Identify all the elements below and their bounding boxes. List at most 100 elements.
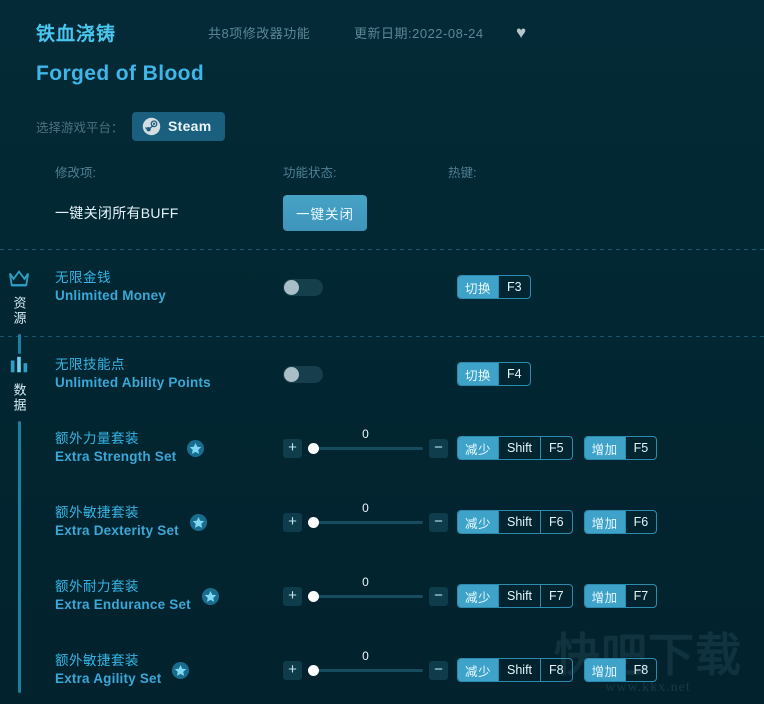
- master-row-label: 一键关闭所有BUFF: [55, 205, 179, 221]
- hotkey-action-label: 减少: [458, 437, 499, 459]
- section-rail: 数据: [0, 337, 38, 704]
- feature-row: 额外敏捷套装 Extra Dexterity Set +0− 减少 Shift F6 增加 F…: [38, 485, 764, 559]
- hotkey-group[interactable]: 增加 F6: [583, 510, 658, 534]
- slider-track-area[interactable]: 0: [308, 427, 423, 460]
- steam-icon: [142, 117, 161, 135]
- star-badge-icon: [172, 661, 190, 679]
- feature-name-en: Extra Endurance Set: [55, 597, 191, 612]
- feature-row: 额外敏捷套装 Extra Agility Set +0 − 减少 Shift F8 增加 F8: [38, 633, 764, 704]
- feature-names: 额外耐力套装 Extra Endurance Set: [55, 578, 283, 614]
- update-date: 更新日期:2022-08-24: [354, 25, 484, 41]
- heart-icon[interactable]: ♥: [516, 24, 526, 41]
- master-row: 一键关闭所有BUFF 一键关闭: [0, 187, 764, 239]
- platform-row: 选择游戏平台： Steam: [36, 111, 764, 141]
- column-headers: 修改项: 功能状态: 热键:: [0, 162, 764, 181]
- master-button-wrap: 一键关闭: [283, 195, 448, 231]
- slider-track-area[interactable]: 0: [308, 501, 423, 534]
- hotkey-action-label: 切换: [458, 363, 499, 385]
- feature-name-cn: 额外敏捷套装: [55, 653, 139, 668]
- hotkey-cell: 减少 Shift F7 增加 F7: [448, 584, 658, 608]
- decrement-button[interactable]: −: [429, 512, 448, 532]
- toggle-knob: [284, 279, 299, 295]
- feature-row: 无限技能点 Unlimited Ability Points 切换 F4: [38, 337, 764, 411]
- platform-steam-button[interactable]: Steam: [132, 111, 225, 141]
- feature-row: 无限金钱 Unlimited Money 切换 F3: [38, 250, 764, 324]
- hotkey-group[interactable]: 切换 F3: [457, 275, 531, 299]
- slider-thumb[interactable]: [308, 665, 319, 676]
- section-rows: 无限技能点 Unlimited Ability Points 切换 F4 额外力量套装 E…: [38, 337, 764, 704]
- slider-value: 0: [362, 649, 369, 663]
- close-all-buffs-button[interactable]: 一键关闭: [283, 195, 367, 231]
- slider-cell: +0 −: [283, 427, 448, 460]
- hotkey-cap: Shift: [498, 585, 540, 607]
- hotkey-cap: F8: [624, 659, 657, 681]
- hotkey-action-label: 切换: [458, 276, 499, 298]
- trainer-window: 快吧下载 www.kkx.net 铁血浇铸 共8项修改器功能 更新日期:2022…: [0, 0, 764, 704]
- feature-names: 无限技能点 Unlimited Ability Points: [55, 356, 283, 392]
- hotkey-group[interactable]: 减少 Shift F7: [457, 584, 573, 608]
- decrement-button[interactable]: −: [429, 660, 448, 680]
- slider-track: [308, 595, 423, 598]
- section-data: 数据 无限技能点 Unlimited Ability Points 切换 F4 额外力量套…: [0, 337, 764, 704]
- feature-name-block: 额外敏捷套装 Extra Agility Set: [55, 652, 161, 688]
- hotkey-group[interactable]: 减少 Shift F6: [457, 510, 573, 534]
- slider-track-area[interactable]: 0: [308, 575, 423, 608]
- hotkey-group[interactable]: 切换 F4: [457, 362, 531, 386]
- feature-name-en: Unlimited Ability Points: [55, 375, 211, 390]
- slider-thumb[interactable]: [308, 517, 319, 528]
- feature-row: 额外耐力套装 Extra Endurance Set +0− 减少 Shift F7 增加 F…: [38, 559, 764, 633]
- star-badge-icon: [201, 587, 219, 605]
- hotkey-group[interactable]: 增加 F5: [583, 436, 658, 460]
- feature-toggle[interactable]: [283, 278, 323, 296]
- hotkey-group[interactable]: 减少 Shift F5: [457, 436, 573, 460]
- hotkey-cap: F3: [498, 276, 530, 298]
- slider-track: [308, 447, 423, 450]
- feature-names: 无限金钱 Unlimited Money: [55, 269, 283, 305]
- hotkey-cap: F7: [540, 585, 572, 607]
- hotkey-cap: F8: [540, 659, 572, 681]
- hotkey-cap: F5: [624, 437, 657, 459]
- hotkey-action-label: 减少: [458, 511, 499, 533]
- crown-icon: [9, 270, 29, 287]
- feature-row: 额外力量套装 Extra Strength Set +0− 减少 Shift F5 增加 F5: [38, 411, 764, 485]
- hotkey-action-label: 增加: [584, 437, 625, 459]
- section-resources: 资源 无限金钱 Unlimited Money 切换 F3: [0, 250, 764, 354]
- hotkey-group[interactable]: 减少 Shift F8: [457, 658, 573, 682]
- hotkey-cap: F6: [624, 511, 657, 533]
- increment-button[interactable]: +: [283, 586, 302, 606]
- hotkey-action-label: 减少: [458, 585, 499, 607]
- feature-toggle[interactable]: [283, 365, 323, 383]
- increment-button[interactable]: +: [283, 660, 302, 680]
- feature-name-cn: 无限技能点: [55, 357, 125, 372]
- feature-name-block: 无限技能点 Unlimited Ability Points: [55, 356, 211, 392]
- feature-name-en: Unlimited Money: [55, 288, 167, 303]
- hotkey-cap: F4: [498, 363, 530, 385]
- column-header-hotkey: 热键:: [448, 166, 477, 180]
- increment-button[interactable]: +: [283, 438, 302, 458]
- hotkey-cell: 切换 F3: [448, 275, 531, 299]
- section-rows: 无限金钱 Unlimited Money 切换 F3: [38, 250, 764, 326]
- hotkey-cell: 减少 Shift F8 增加 F8: [448, 658, 658, 682]
- platform-steam-label: Steam: [168, 118, 212, 134]
- slider-thumb[interactable]: [308, 591, 319, 602]
- feature-names: 额外敏捷套装 Extra Dexterity Set: [55, 504, 283, 540]
- star-badge-icon: [189, 513, 207, 531]
- hotkey-cell: 减少 Shift F5 增加 F5: [448, 436, 658, 460]
- hotkey-cell: 减少 Shift F6 增加 F6: [448, 510, 658, 534]
- section-label: 数据: [11, 383, 27, 413]
- slider-cell: +0 −: [283, 575, 448, 608]
- increment-button[interactable]: +: [283, 512, 302, 532]
- feature-name-cn: 无限金钱: [55, 270, 111, 285]
- feature-names: 额外力量套装 Extra Strength Set: [55, 430, 283, 466]
- decrement-button[interactable]: −: [429, 438, 448, 458]
- hotkey-action-label: 增加: [584, 585, 625, 607]
- hotkey-group[interactable]: 增加 F7: [583, 584, 658, 608]
- decrement-button[interactable]: −: [429, 586, 448, 606]
- section-label: 资源: [11, 296, 27, 326]
- slider-track-area[interactable]: 0: [308, 649, 423, 682]
- hotkey-cell: 切换 F4: [448, 362, 531, 386]
- hotkey-cap: F5: [540, 437, 572, 459]
- hotkey-group[interactable]: 增加 F8: [583, 658, 658, 682]
- slider-thumb[interactable]: [308, 443, 319, 454]
- header: 铁血浇铸 共8项修改器功能 更新日期:2022-08-24 ♥ Forged o…: [0, 0, 764, 141]
